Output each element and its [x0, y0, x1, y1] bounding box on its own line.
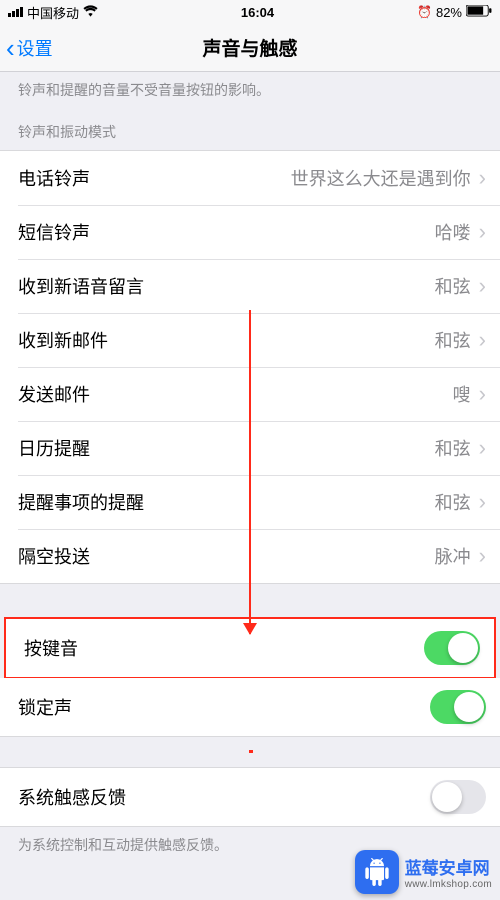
row-label: 提醒事项的提醒 [18, 489, 144, 515]
row-value: 和弦 [435, 273, 471, 299]
chevron-right-icon: › [479, 275, 486, 297]
battery-pct: 82% [436, 5, 462, 20]
row-value: 和弦 [435, 327, 471, 353]
row-label: 短信铃声 [18, 219, 90, 245]
toggle-lock-sound[interactable] [430, 690, 486, 724]
chevron-right-icon: › [479, 221, 486, 243]
section-header-ringtone: 铃声和振动模式 [0, 114, 500, 150]
row-value: 世界这么大还是遇到你 [291, 165, 471, 191]
row-value: 脉冲 [435, 543, 471, 569]
annotation-dot [249, 750, 253, 753]
row-phone-ringtone[interactable]: 电话铃声 世界这么大还是遇到你 › [0, 151, 500, 205]
row-label: 隔空投送 [18, 543, 90, 569]
row-label: 收到新邮件 [18, 327, 108, 353]
row-sms-ringtone[interactable]: 短信铃声 哈喽 › [0, 205, 500, 259]
row-value: 和弦 [435, 435, 471, 461]
chevron-right-icon: › [479, 167, 486, 189]
chevron-left-icon: ‹ [6, 35, 15, 61]
volume-note: 铃声和提醒的音量不受音量按钮的影响。 [0, 72, 500, 114]
row-new-voicemail[interactable]: 收到新语音留言 和弦 › [0, 259, 500, 313]
row-lock-sound[interactable]: 锁定声 [0, 678, 500, 736]
row-label: 系统触感反馈 [18, 784, 126, 810]
row-label: 锁定声 [18, 694, 72, 720]
chevron-right-icon: › [479, 329, 486, 351]
back-button[interactable]: ‹ 设置 [0, 35, 53, 61]
battery-icon [466, 5, 492, 20]
row-value: 哈喽 [435, 219, 471, 245]
status-left: 中国移动 [8, 3, 98, 22]
row-label: 日历提醒 [18, 435, 90, 461]
carrier-label: 中国移动 [27, 3, 79, 22]
chevron-right-icon: › [479, 545, 486, 567]
row-label: 发送邮件 [18, 381, 90, 407]
row-label: 电话铃声 [18, 165, 90, 191]
signal-icon [8, 7, 23, 17]
row-value: 嗖 [453, 381, 471, 407]
chevron-right-icon: › [479, 491, 486, 513]
page-title: 声音与触感 [0, 34, 500, 61]
annotation-arrow [249, 310, 251, 634]
watermark: 蓝莓安卓网 www.lmkshop.com [355, 850, 492, 894]
nav-bar: ‹ 设置 声音与触感 [0, 24, 500, 72]
row-label: 收到新语音留言 [18, 273, 144, 299]
toggle-haptic[interactable] [430, 780, 486, 814]
chevron-right-icon: › [479, 437, 486, 459]
back-label: 设置 [17, 35, 53, 61]
status-bar: 中国移动 16:04 ⏰ 82% [0, 0, 500, 24]
row-value: 和弦 [435, 489, 471, 515]
row-haptic[interactable]: 系统触感反馈 [0, 768, 500, 826]
status-right: ⏰ 82% [417, 5, 492, 20]
row-label: 按键音 [24, 635, 78, 661]
alarm-icon: ⏰ [417, 5, 432, 19]
watermark-title: 蓝莓安卓网 [405, 854, 492, 879]
chevron-right-icon: › [479, 383, 486, 405]
status-time: 16:04 [241, 5, 274, 20]
wifi-icon [83, 5, 98, 20]
toggle-key-click[interactable] [424, 631, 480, 665]
watermark-logo-icon [355, 850, 399, 894]
watermark-url: www.lmkshop.com [405, 879, 492, 890]
